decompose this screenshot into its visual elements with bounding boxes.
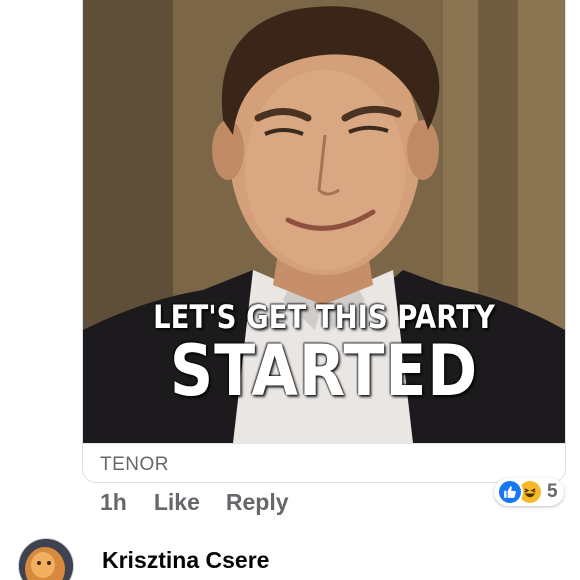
comment-actions: 1h Like Reply [100,487,315,517]
gif-caption-bottom: STARTED [169,330,479,412]
avatar-photo [19,539,73,580]
gif-image[interactable]: LET'S GET THIS PARTY STARTED [83,0,565,443]
comment-timestamp[interactable]: 1h [100,489,127,516]
comment-thread: LET'S GET THIS PARTY STARTED TENOR 1h Li… [0,0,580,580]
reaction-count: 5 [547,481,558,502]
comment-author-name[interactable]: Krisztina Csere [102,547,269,574]
reply-button[interactable]: Reply [226,489,289,516]
gif-source-bar[interactable]: TENOR [83,443,565,482]
reactions-summary[interactable]: 5 [494,478,564,506]
next-comment: Krisztina Csere [18,538,269,580]
gif-attachment[interactable]: LET'S GET THIS PARTY STARTED TENOR [82,0,566,483]
gif-source-label: TENOR [100,454,169,475]
like-icon [497,479,523,505]
like-button[interactable]: Like [154,489,200,516]
avatar[interactable] [18,538,74,580]
